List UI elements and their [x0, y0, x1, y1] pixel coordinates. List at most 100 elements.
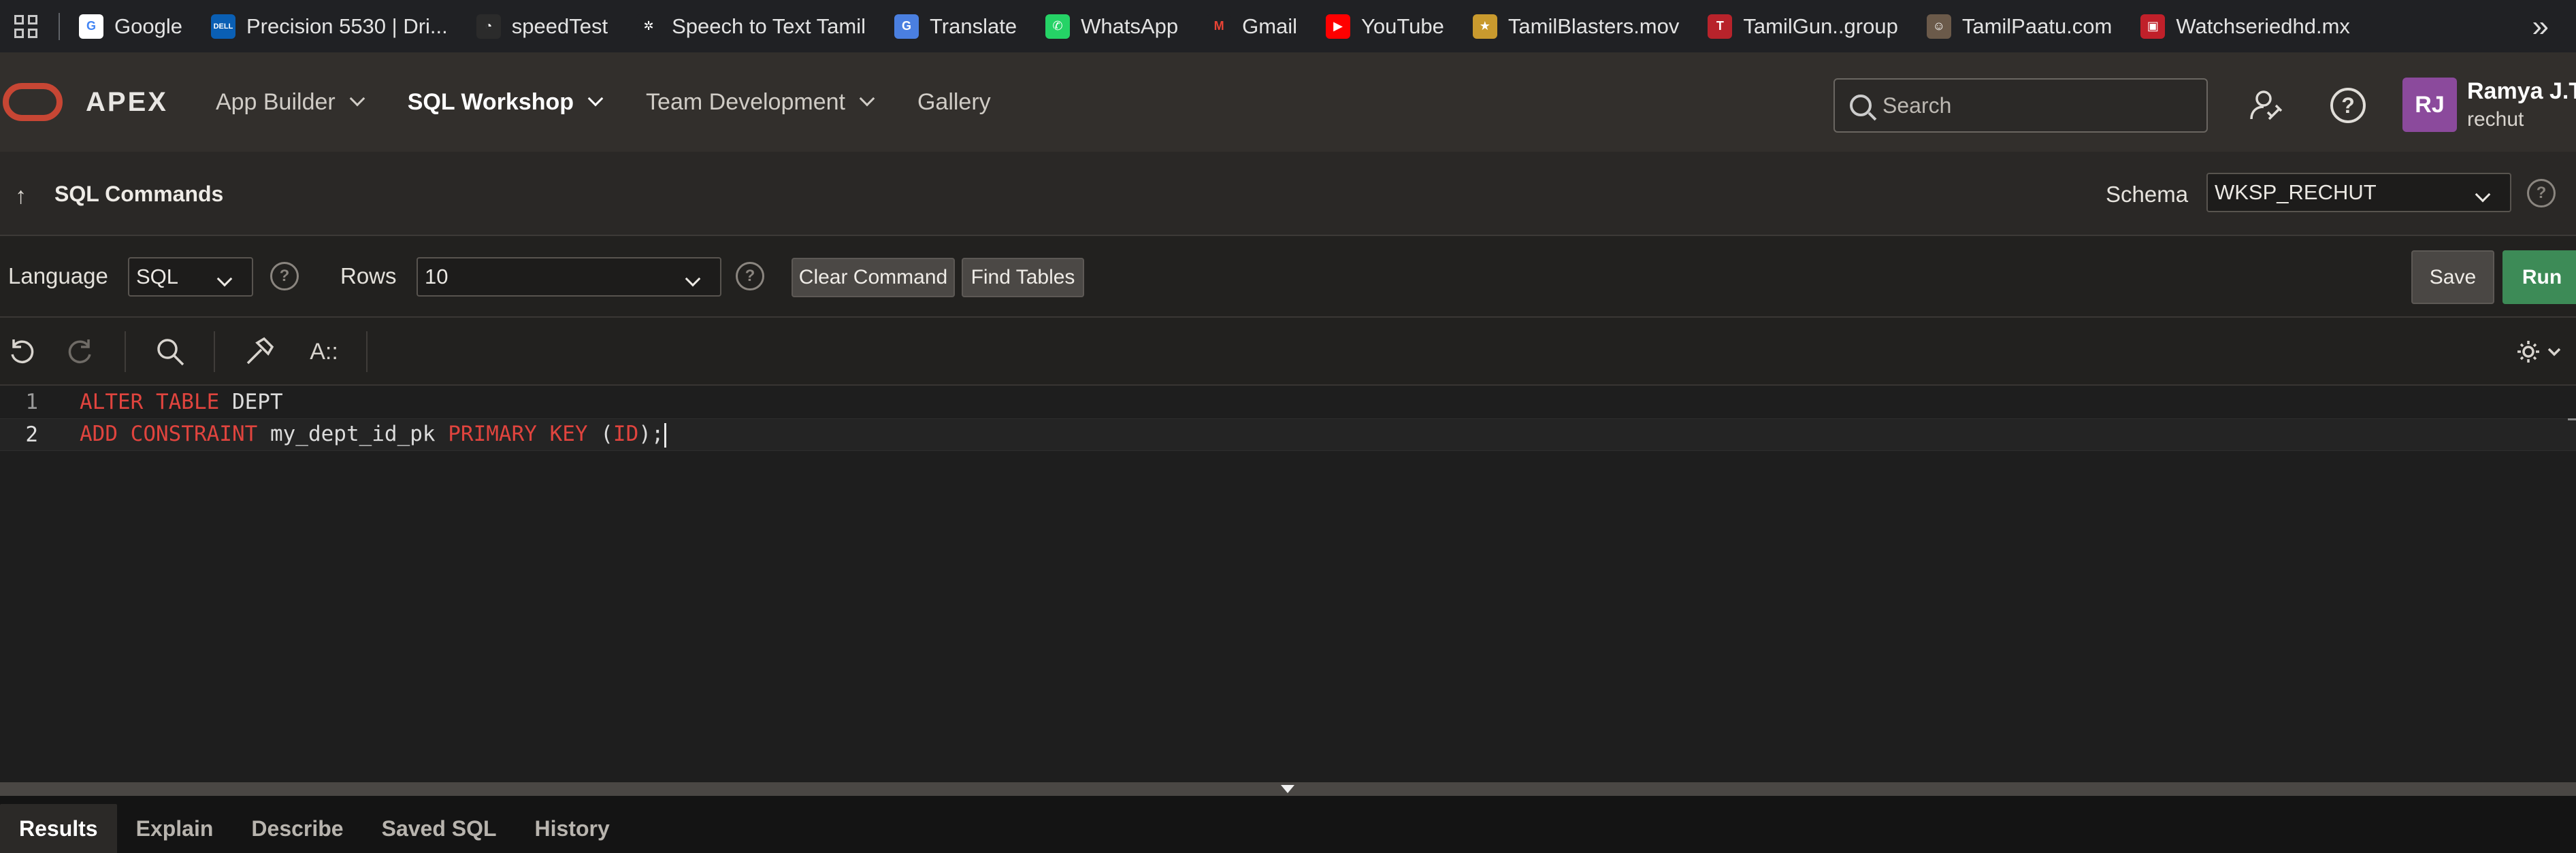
- hammer-icon[interactable]: [242, 334, 277, 369]
- nav-sql-workshop[interactable]: SQL Workshop: [407, 88, 604, 116]
- save-button[interactable]: Save: [2411, 250, 2494, 304]
- bookmark-item[interactable]: ▶ YouTube: [1326, 0, 1458, 52]
- bookmark-label: Translate: [930, 14, 1017, 38]
- tab-history[interactable]: History: [516, 804, 629, 853]
- google-translate-icon: G: [894, 14, 919, 39]
- code-line: 1 ALTER TABLE DEPT: [0, 386, 2576, 418]
- nav-gallery[interactable]: Gallery: [917, 89, 991, 116]
- bookmark-item[interactable]: ▣ Watchseriedhd.mx: [2140, 0, 2364, 52]
- chevron-down-icon: [349, 90, 365, 107]
- code-line: 2 ADD CONSTRAINT my_dept_id_pk PRIMARY K…: [0, 418, 2576, 451]
- bookmark-label: WhatsApp: [1081, 14, 1179, 38]
- dell-icon: DELL: [210, 14, 235, 39]
- tab-saved-sql[interactable]: Saved SQL: [363, 804, 516, 853]
- joomla-icon: ✲: [636, 14, 662, 39]
- schema-value: WKSP_RECHUT: [2215, 180, 2377, 204]
- sql-keyword: ID: [613, 422, 639, 447]
- editor-toolbar: A::: [0, 318, 2576, 386]
- tab-explain[interactable]: Explain: [117, 804, 233, 853]
- sql-text: DEPT: [219, 390, 283, 414]
- schema-select[interactable]: WKSP_RECHUT: [2206, 173, 2511, 212]
- rows-help-icon[interactable]: ?: [736, 262, 764, 290]
- nav-label: App Builder: [215, 88, 336, 115]
- text-cursor: [664, 422, 666, 448]
- sql-text: (: [587, 422, 613, 447]
- bookmark-list: G Google DELL Precision 5530 | Dri... ◔ speed…: [79, 0, 2379, 52]
- tamilpaatu-icon: ☺: [1926, 14, 1951, 39]
- toolbar-divider: [366, 331, 368, 372]
- search-input[interactable]: Search: [1833, 78, 2208, 133]
- gear-icon[interactable]: [2511, 334, 2566, 369]
- nav-label: Gallery: [917, 88, 991, 115]
- language-value: SQL: [136, 265, 179, 288]
- bookmark-item[interactable]: ◔ speedTest: [476, 0, 621, 52]
- bookmark-item[interactable]: ✲ Speech to Text Tamil: [636, 0, 879, 52]
- bookmark-label: speedTest: [511, 14, 608, 38]
- bookmark-label: Gmail: [1242, 14, 1298, 38]
- schema-help-icon[interactable]: ?: [2527, 179, 2556, 207]
- tab-describe[interactable]: Describe: [232, 804, 362, 853]
- page-title-bar: ↑ SQL Commands Schema WKSP_RECHUT ?: [0, 152, 2576, 236]
- bookmark-label: Google: [114, 14, 182, 38]
- autocomplete-icon[interactable]: A::: [305, 334, 343, 369]
- sql-keyword: PRIMARY KEY: [448, 422, 588, 447]
- search-icon: [1850, 95, 1872, 116]
- command-toolbar: Language SQL ? Rows 10 ? Clear Command F…: [0, 236, 2576, 318]
- code-text: ALTER TABLE DEPT: [80, 390, 283, 414]
- user-workspace: rechut: [2467, 108, 2524, 131]
- code-text: ADD CONSTRAINT my_dept_id_pk PRIMARY KEY…: [80, 422, 666, 448]
- chevron-down-icon: [2475, 186, 2491, 203]
- run-button[interactable]: Run: [2502, 250, 2576, 304]
- tab-results[interactable]: Results: [0, 804, 117, 853]
- rows-label: Rows: [340, 263, 397, 288]
- bookmark-item[interactable]: G Google: [79, 0, 196, 52]
- bookmark-label: YouTube: [1361, 14, 1444, 38]
- bookmark-item[interactable]: DELL Precision 5530 | Dri...: [210, 0, 461, 52]
- nav-app-builder[interactable]: App Builder: [215, 88, 365, 116]
- speedometer-icon: ◔: [476, 14, 501, 39]
- redo-icon[interactable]: [63, 334, 98, 369]
- user-name[interactable]: Ramya J.T: [2467, 78, 2576, 105]
- bookmark-item[interactable]: ☺ TamilPaatu.com: [1926, 0, 2126, 52]
- sql-keyword: ALTER TABLE: [80, 390, 220, 414]
- sql-keyword: ADD CONSTRAINT: [80, 422, 258, 447]
- undo-icon[interactable]: [4, 334, 39, 369]
- more-bookmarks-icon[interactable]: »: [2532, 0, 2549, 52]
- bookmarks-bar: G Google DELL Precision 5530 | Dri... ◔ speed…: [0, 0, 2576, 52]
- nav-team-development[interactable]: Team Development: [646, 89, 875, 116]
- results-tabs: Results Explain Describe Saved SQL Histo…: [0, 796, 2576, 853]
- user-settings-icon[interactable]: [2246, 85, 2287, 126]
- bookmark-item[interactable]: T TamilGun..group: [1708, 0, 1911, 52]
- bookmark-item[interactable]: ★ TamilBlasters.mov: [1472, 0, 1693, 52]
- sql-editor[interactable]: 1 ALTER TABLE DEPT 2 ADD CONSTRAINT my_d…: [0, 386, 2576, 782]
- bookmark-label: TamilPaatu.com: [1961, 14, 2113, 38]
- rows-value: 10: [425, 265, 449, 288]
- pane-splitter[interactable]: [0, 782, 2576, 796]
- arrow-up-icon[interactable]: ↑: [15, 183, 27, 210]
- apex-brand[interactable]: APEX: [86, 87, 168, 118]
- collapse-arrow-icon[interactable]: [1281, 785, 1294, 793]
- whatsapp-icon: ✆: [1045, 14, 1071, 39]
- language-help-icon[interactable]: ?: [270, 262, 299, 290]
- bookmark-label: Watchseriedhd.mx: [2176, 14, 2350, 38]
- find-tables-button[interactable]: Find Tables: [962, 258, 1084, 297]
- find-icon[interactable]: [152, 334, 188, 369]
- apps-grid-icon[interactable]: [0, 0, 52, 52]
- help-icon[interactable]: ?: [2328, 85, 2368, 126]
- bookmark-item[interactable]: M Gmail: [1207, 0, 1311, 52]
- rows-select[interactable]: 10: [417, 257, 721, 297]
- bookmark-label: Precision 5530 | Dri...: [246, 14, 448, 38]
- chevron-down-icon: [685, 271, 701, 287]
- chevron-down-icon: [859, 90, 875, 107]
- youtube-icon: ▶: [1326, 14, 1351, 39]
- google-icon: G: [79, 14, 103, 39]
- oracle-logo-icon[interactable]: [3, 83, 63, 121]
- nav-label: SQL Workshop: [407, 88, 574, 115]
- avatar[interactable]: RJ: [2402, 78, 2457, 132]
- bookmark-item[interactable]: ✆ WhatsApp: [1045, 0, 1192, 52]
- clear-command-button[interactable]: Clear Command: [792, 258, 955, 297]
- language-select[interactable]: SQL: [128, 257, 253, 297]
- schema-label: Schema: [2106, 182, 2189, 207]
- tamilgun-icon: T: [1708, 14, 1733, 39]
- bookmark-item[interactable]: G Translate: [894, 0, 1030, 52]
